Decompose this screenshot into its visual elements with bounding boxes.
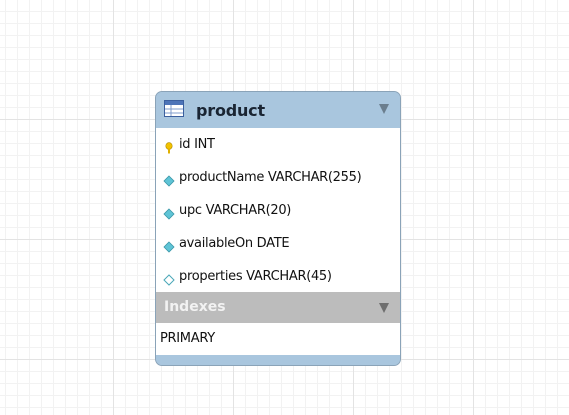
table-icon <box>164 100 184 117</box>
column-label: upc VARCHAR(20) <box>179 203 292 218</box>
table-footer <box>156 355 400 365</box>
column-label: productName VARCHAR(255) <box>179 170 362 185</box>
column-label: availableOn DATE <box>179 236 290 251</box>
column-row[interactable]: upc VARCHAR(20) <box>156 194 400 227</box>
column-row[interactable]: properties VARCHAR(45) <box>156 260 400 293</box>
column-row[interactable]: productName VARCHAR(255) <box>156 161 400 194</box>
column-diamond-outline-icon <box>163 271 175 286</box>
table-product[interactable]: product id INT productName VARCHAR(255) … <box>155 91 401 366</box>
column-label: properties VARCHAR(45) <box>179 269 332 284</box>
column-diamond-filled-icon <box>163 205 175 220</box>
table-header[interactable]: product <box>156 92 400 128</box>
indexes-section-header[interactable]: Indexes <box>156 292 400 323</box>
index-item[interactable]: PRIMARY <box>160 331 215 346</box>
diagram-canvas[interactable]: product id INT productName VARCHAR(255) … <box>0 0 569 415</box>
collapse-arrow-icon[interactable] <box>379 104 389 114</box>
column-diamond-filled-icon <box>163 238 175 253</box>
index-list: PRIMARY <box>156 323 400 355</box>
table-name: product <box>196 101 265 120</box>
column-list: id INT productName VARCHAR(255) upc VARC… <box>156 128 400 292</box>
column-row[interactable]: id INT <box>156 128 400 161</box>
column-row[interactable]: availableOn DATE <box>156 227 400 260</box>
column-diamond-filled-icon <box>163 172 175 187</box>
collapse-arrow-icon[interactable] <box>379 303 389 313</box>
column-label: id INT <box>179 137 215 152</box>
primary-key-icon <box>163 139 175 153</box>
indexes-title: Indexes <box>164 299 226 315</box>
